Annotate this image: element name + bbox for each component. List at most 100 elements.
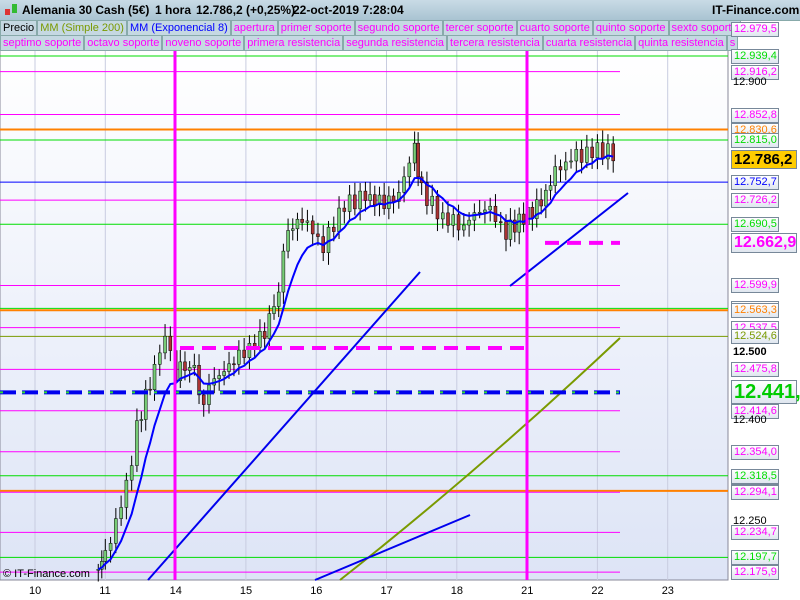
candle-body	[353, 194, 357, 210]
highlight-label: 12.441,7	[731, 380, 800, 405]
candle-body	[477, 211, 482, 214]
legend-item[interactable]: Precio	[0, 20, 38, 36]
candle-body	[163, 335, 167, 354]
legend-item[interactable]: cuarta resistencia	[542, 35, 636, 51]
candle-body	[402, 176, 406, 193]
candle-body	[456, 214, 461, 231]
x-tick-label: 23	[661, 585, 674, 597]
last-price: 12.786,2 (+0,25%)	[196, 3, 296, 17]
candle-body	[412, 142, 417, 164]
candle-body	[574, 149, 579, 162]
candle-body	[504, 221, 508, 240]
level-price-label: 12.294,1	[731, 485, 779, 501]
candle-body	[187, 367, 192, 371]
legend-item[interactable]: apertura	[230, 20, 278, 36]
legend-item[interactable]: segundo soporte	[354, 20, 443, 36]
candle-body	[310, 220, 315, 235]
candle-body	[569, 160, 573, 163]
legend-row-1: Precio MM (Simple 200) MM (Exponencial 8) a…	[0, 20, 741, 36]
level-price-label: 12.852,8	[731, 107, 779, 123]
candle-body	[192, 365, 197, 368]
level-price-label: 12.354,0	[731, 444, 779, 460]
legend-item[interactable]: tercera resistencia	[447, 35, 543, 51]
level-price-label: 12.318,5	[731, 468, 779, 484]
candle-body	[291, 228, 295, 231]
legend-item[interactable]: MM (Exponencial 8)	[126, 20, 231, 36]
legend-item[interactable]: quinta resistencia	[635, 35, 727, 51]
level-price-label: 12.234,7	[731, 525, 779, 541]
candle-body	[119, 507, 123, 519]
y-tick-label: 12.250	[733, 515, 767, 527]
candle-body	[553, 166, 557, 186]
candle-body	[368, 194, 372, 201]
price-chart[interactable]	[0, 0, 800, 600]
candle-body	[382, 194, 386, 209]
candle-body	[152, 364, 157, 390]
candle-body	[462, 224, 466, 231]
legend-item[interactable]: primera resistencia	[244, 35, 344, 51]
legend-item[interactable]: sexto soporte	[668, 20, 741, 36]
candle-body	[158, 352, 162, 365]
candle-body	[242, 349, 246, 358]
legend-item[interactable]: cuarto soporte	[516, 20, 593, 36]
candle-body	[488, 205, 492, 211]
candle-body	[124, 479, 129, 508]
candle-body	[358, 190, 362, 210]
candle-body	[217, 375, 221, 379]
candle-body	[342, 207, 347, 212]
legend-item[interactable]: septimo soporte	[0, 35, 85, 51]
level-price-label: 12.690,5	[731, 217, 779, 233]
candle-body	[286, 230, 290, 252]
level-price-label: 12.726,2	[731, 193, 779, 209]
legend-row-2: septimo soporte octavo soporte noveno sopo…	[0, 35, 739, 51]
candle-body	[227, 363, 231, 372]
candle-body	[446, 212, 450, 226]
candle-body	[258, 331, 262, 348]
level-price-label: 12.175,9	[731, 565, 779, 581]
legend-item[interactable]: MM (Simple 200)	[37, 20, 127, 36]
watermark: © IT-Finance.com	[3, 568, 90, 580]
candle-body	[363, 190, 368, 201]
legend-item[interactable]: segunda resistencia	[343, 35, 448, 51]
legend-item[interactable]: tercer soporte	[442, 20, 517, 36]
candle-body	[600, 142, 605, 160]
candle-body	[564, 161, 568, 171]
legend-item[interactable]: octavo soporte	[84, 35, 163, 51]
level-price-label: 12.979,5	[731, 21, 779, 37]
candle-body	[207, 384, 211, 405]
candle-body	[539, 199, 543, 207]
candle-body	[558, 166, 563, 171]
candle-body	[316, 233, 320, 237]
x-tick-label: 22	[591, 585, 604, 597]
candle-body	[262, 331, 267, 339]
candle-body	[407, 162, 412, 178]
candle-body	[579, 149, 584, 163]
x-tick-label: 10	[29, 585, 42, 597]
candle-body	[332, 226, 336, 232]
candle-body	[168, 335, 173, 351]
level-price-label: 12.563,3	[731, 303, 779, 319]
title-bar: Alemania 30 Cash (5€) 1 hora 12.786,2 (+…	[0, 0, 800, 21]
legend-item[interactable]: primer soporte	[277, 20, 355, 36]
y-tick-label: 12.400	[733, 413, 767, 426]
candle-body	[595, 142, 600, 158]
datetime: 22-oct-2019 7:28:04	[293, 3, 404, 17]
candle-body	[108, 543, 113, 551]
current-price-label: 12.786,2	[731, 150, 797, 170]
candle-body	[276, 291, 281, 307]
candle-body	[300, 218, 304, 223]
x-tick-label: 15	[239, 585, 253, 597]
candle-body	[183, 361, 187, 371]
x-tick-label: 17	[380, 585, 393, 597]
candle-body	[305, 220, 310, 223]
legend-item[interactable]: noveno soporte	[162, 35, 245, 51]
level-price-label: 12.197,7	[731, 550, 779, 566]
candle-body	[232, 363, 236, 366]
candle-body	[201, 394, 206, 405]
candle-body	[295, 218, 300, 230]
legend-item[interactable]: quinto soporte	[592, 20, 669, 36]
candle-body	[590, 146, 594, 158]
level-price-label: 12.752,7	[731, 175, 779, 191]
candle-body	[103, 550, 108, 562]
candle-body	[347, 194, 352, 212]
